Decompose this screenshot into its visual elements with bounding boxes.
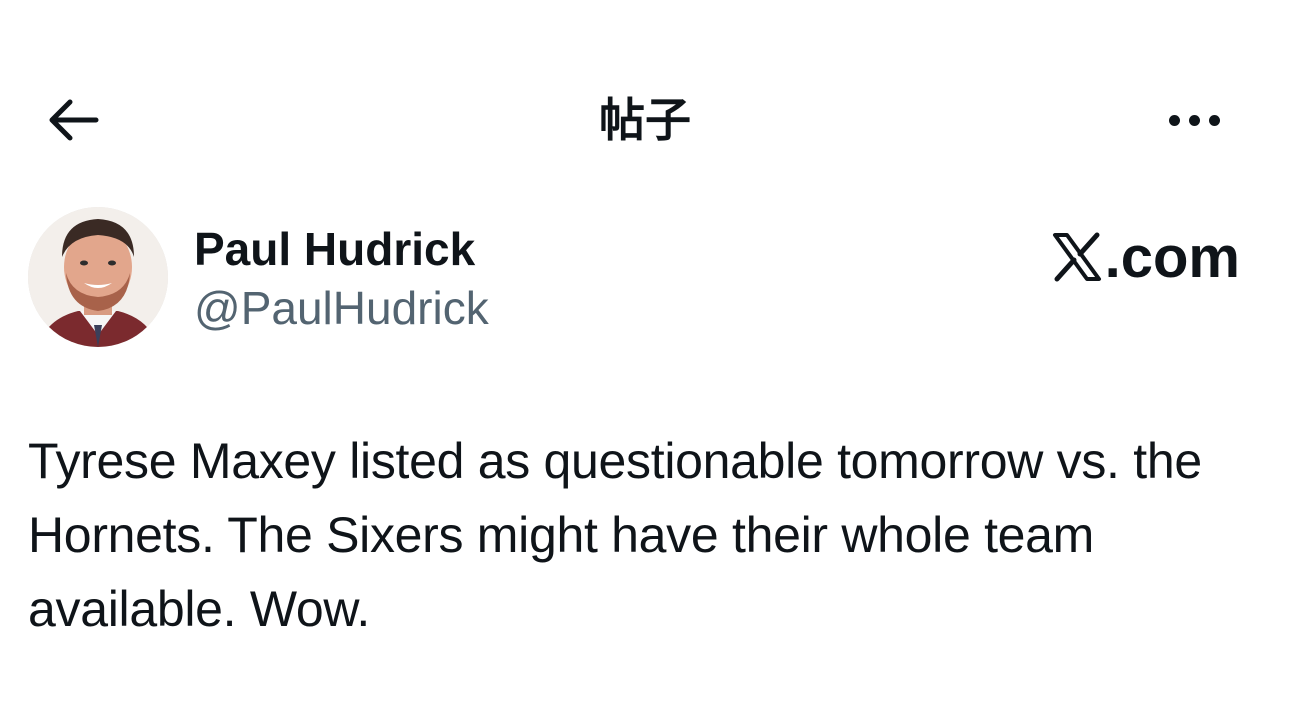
- more-horizontal-icon-dot: [1188, 114, 1200, 126]
- more-horizontal-icon-dot: [1168, 114, 1180, 126]
- more-horizontal-icon-dot: [1208, 114, 1220, 126]
- back-button[interactable]: [36, 88, 108, 152]
- post-detail-page: 帖子 Paul Hudrick @PaulHudrick .com Tyrese…: [0, 0, 1290, 712]
- top-navigation-bar: 帖子: [0, 60, 1290, 180]
- avatar-portrait-image: [28, 207, 168, 347]
- more-options-button[interactable]: [1150, 88, 1238, 152]
- author-name[interactable]: Paul Hudrick: [194, 222, 475, 276]
- post-text: Tyrese Maxey listed as questionable tomo…: [28, 433, 1202, 637]
- x-com-watermark: .com: [1051, 224, 1240, 290]
- avatar[interactable]: [28, 207, 168, 347]
- x-logo-icon: [1052, 232, 1101, 282]
- brand-label: .com: [1104, 224, 1240, 290]
- arrow-left-icon: [49, 99, 99, 141]
- page-title: 帖子: [599, 93, 691, 147]
- author-handle[interactable]: @PaulHudrick: [194, 281, 489, 335]
